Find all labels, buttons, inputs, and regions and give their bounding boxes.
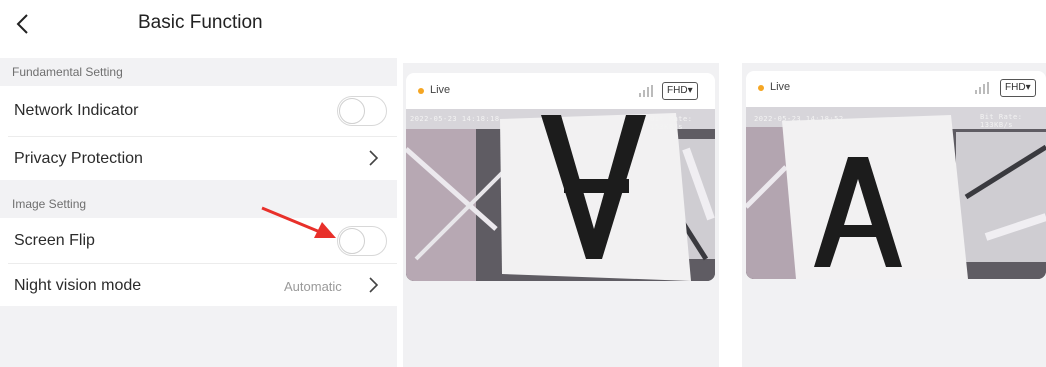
camera-card-1[interactable]: Live FHD▾ 2022-05-23 14:18:18 Bit Rate: … (406, 73, 715, 281)
dropdown-caret-icon: ▾ (687, 85, 693, 96)
screen-flip-label: Screen Flip (14, 232, 95, 249)
signal-icon (639, 85, 653, 97)
privacy-protection-label: Privacy Protection (14, 150, 143, 167)
back-arrow-icon[interactable] (14, 12, 34, 36)
video-frame-image (746, 107, 1046, 279)
quality-selector[interactable]: FHD▾ (1000, 79, 1036, 97)
card-header: Live FHD▾ (406, 73, 715, 109)
live-indicator-dot (758, 85, 764, 91)
night-vision-label: Night vision mode (14, 277, 142, 294)
video-feed[interactable]: 2022-05-23 14:18:52 Bit Rate: 133KB/s (746, 107, 1046, 279)
page-title: Basic Function (138, 12, 263, 33)
video-timestamp: 2022-05-23 14:18:52 (754, 115, 844, 123)
quality-selector[interactable]: FHD▾ (662, 82, 698, 100)
section-fundamental-setting: Fundamental Setting (0, 58, 397, 86)
live-label: Live (430, 84, 451, 96)
live-label: Live (770, 81, 791, 93)
annotation-arrow (261, 206, 336, 238)
row-network-indicator[interactable]: Network Indicator (0, 86, 397, 136)
screen-flip-toggle[interactable] (337, 226, 387, 256)
video-timestamp: 2022-05-23 14:18:18 (410, 115, 500, 123)
video-frame-image (406, 109, 715, 281)
signal-icon (975, 82, 989, 94)
chevron-right-icon (369, 277, 379, 293)
empty-area (0, 306, 397, 367)
row-night-vision-mode[interactable]: Night vision mode Automatic (0, 264, 397, 306)
video-feed[interactable]: 2022-05-23 14:18:18 Bit Rate: 153KB/s (406, 109, 715, 281)
camera-card-2[interactable]: Live FHD▾ 2022-05-23 14:18:52 Bit Rate: … (746, 71, 1046, 279)
night-vision-value: Automatic (284, 279, 342, 294)
card-header: Live FHD▾ (746, 71, 1046, 107)
top-bar: Basic Function (0, 0, 397, 48)
quality-label: FHD (1005, 82, 1026, 93)
network-indicator-toggle[interactable] (337, 96, 387, 126)
toggle-knob (339, 228, 365, 254)
network-indicator-label: Network Indicator (14, 102, 139, 119)
row-privacy-protection[interactable]: Privacy Protection (0, 137, 397, 180)
bitrate-label: Bit Rate: 133KB/s (980, 113, 1023, 129)
quality-label: FHD (667, 85, 688, 96)
toggle-knob (339, 98, 365, 124)
live-indicator-dot (418, 88, 424, 94)
settings-panel: Basic Function Fundamental Setting Netwo… (0, 0, 397, 367)
dropdown-caret-icon: ▾ (1025, 82, 1031, 93)
chevron-right-icon (369, 150, 379, 166)
bitrate-label: Bit Rate: 153KB/s (650, 115, 693, 131)
